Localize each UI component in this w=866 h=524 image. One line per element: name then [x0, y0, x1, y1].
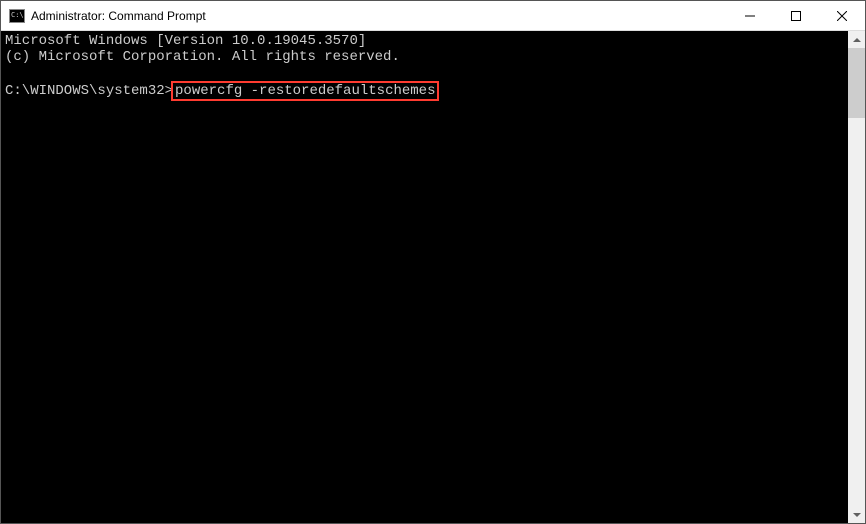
- scroll-down-button[interactable]: [848, 506, 865, 523]
- prompt-text: C:\WINDOWS\system32>: [5, 83, 173, 99]
- close-button[interactable]: [819, 1, 865, 30]
- close-icon: [837, 11, 847, 21]
- vertical-scrollbar[interactable]: [848, 31, 865, 523]
- maximize-button[interactable]: [773, 1, 819, 30]
- prompt-line: C:\WINDOWS\system32>powercfg -restoredef…: [5, 83, 439, 99]
- scroll-up-button[interactable]: [848, 31, 865, 48]
- chevron-down-icon: [853, 513, 861, 517]
- cmd-icon: C:\: [9, 9, 25, 23]
- window-controls: [727, 1, 865, 30]
- cmd-icon-text: C:\: [11, 12, 24, 19]
- cmd-window: C:\ Administrator: Command Prompt Micros…: [0, 0, 866, 524]
- command-highlight: powercfg -restoredefaultschemes: [171, 81, 439, 101]
- terminal-output[interactable]: Microsoft Windows [Version 10.0.19045.35…: [1, 31, 848, 523]
- scroll-thumb[interactable]: [848, 48, 865, 118]
- output-line-1: Microsoft Windows [Version 10.0.19045.35…: [5, 33, 366, 49]
- window-title: Administrator: Command Prompt: [31, 9, 727, 23]
- minimize-button[interactable]: [727, 1, 773, 30]
- client-area: Microsoft Windows [Version 10.0.19045.35…: [1, 31, 865, 523]
- command-text: powercfg -restoredefaultschemes: [175, 83, 435, 99]
- minimize-icon: [745, 11, 755, 21]
- titlebar[interactable]: C:\ Administrator: Command Prompt: [1, 1, 865, 31]
- chevron-up-icon: [853, 38, 861, 42]
- scroll-track[interactable]: [848, 48, 865, 506]
- output-line-2: (c) Microsoft Corporation. All rights re…: [5, 49, 400, 65]
- maximize-icon: [791, 11, 801, 21]
